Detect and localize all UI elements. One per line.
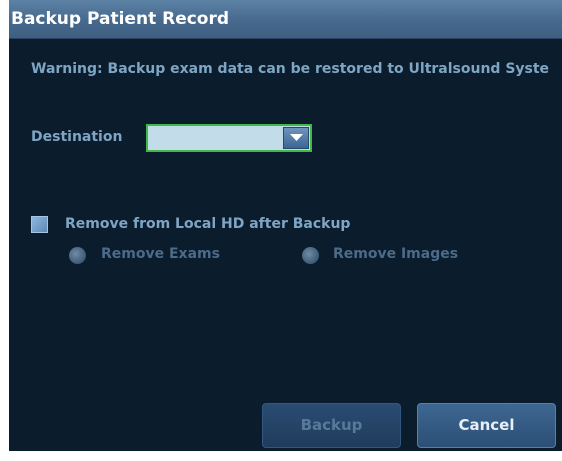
remove-images-label: Remove Images	[333, 246, 459, 262]
chevron-down-icon	[290, 134, 303, 141]
cancel-button[interactable]: Cancel	[417, 403, 556, 448]
destination-dropdown-button[interactable]	[283, 127, 309, 149]
destination-select[interactable]	[146, 124, 312, 152]
remove-images-radio[interactable]	[302, 247, 319, 264]
backup-button[interactable]: Backup	[262, 403, 401, 448]
remove-exams-radio[interactable]	[69, 247, 86, 264]
backup-dialog: Backup Patient Record Warning: Backup ex…	[9, 0, 562, 451]
remove-from-local-hd-label: Remove from Local HD after Backup	[65, 216, 351, 232]
dialog-title: Backup Patient Record	[11, 9, 230, 29]
warning-message: Warning: Backup exam data can be restore…	[31, 61, 550, 77]
remove-from-local-hd-checkbox[interactable]	[31, 216, 48, 233]
destination-label: Destination	[31, 129, 123, 145]
dialog-titlebar: Backup Patient Record	[9, 0, 562, 39]
remove-exams-label: Remove Exams	[101, 246, 220, 262]
